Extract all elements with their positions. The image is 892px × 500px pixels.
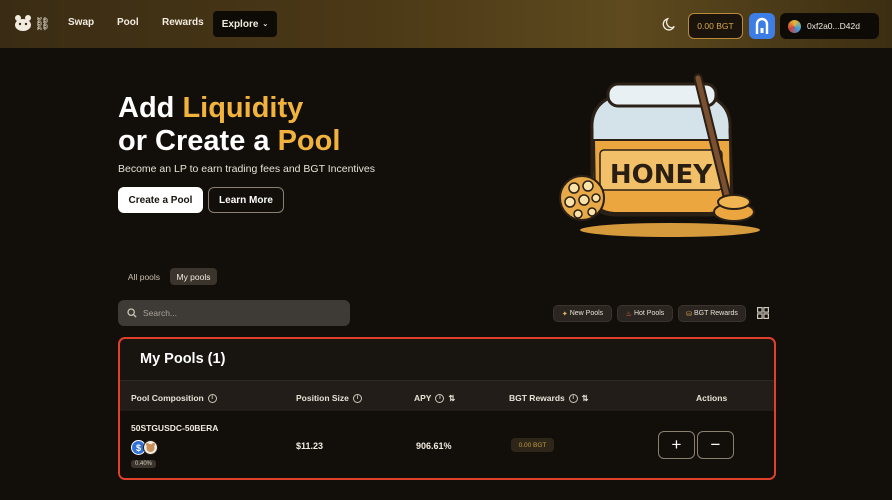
column-actions: Actions: [696, 393, 728, 403]
explore-dropdown[interactable]: Explore ⌄: [213, 11, 277, 37]
position-size-value: $11.23: [296, 441, 324, 451]
nav-pool[interactable]: Pool: [117, 17, 139, 28]
remove-liquidity-button[interactable]: −: [697, 431, 734, 459]
honey-jar-illustration: HONEY: [559, 73, 760, 237]
info-icon[interactable]: i: [568, 393, 578, 403]
sort-icon[interactable]: ⇅: [582, 394, 589, 403]
filter-hot-pools[interactable]: ♨ Hot Pools: [617, 305, 673, 322]
bera-token-icon: [143, 440, 158, 455]
wallet-button[interactable]: 0xf2a0...D42d: [780, 13, 879, 39]
berachain-logo[interactable]: ⛓: [14, 14, 50, 32]
chevron-down-icon: ⌄: [262, 21, 269, 28]
hero-title-text: or Create a: [118, 125, 278, 157]
nav-swap[interactable]: Swap: [68, 17, 94, 28]
column-bgt-rewards[interactable]: BGT Rewards i ⇅: [509, 393, 588, 403]
search-icon: [127, 308, 137, 318]
hero-title: Add Liquidity or Create a Pool: [118, 92, 340, 158]
panel-title: My Pools (1): [140, 351, 226, 367]
nav-rewards[interactable]: Rewards: [162, 17, 204, 28]
my-pools-panel: My Pools (1) Pool Composition i Position …: [118, 337, 776, 480]
sparkle-icon: ✦: [561, 310, 568, 318]
column-label: BGT Rewards: [509, 393, 565, 403]
info-icon[interactable]: i: [207, 393, 217, 403]
pool-name: 50STGUSDC-50BERA: [131, 423, 219, 433]
bgt-balance-button[interactable]: 0.00 BGT: [688, 13, 743, 39]
plus-icon: +: [671, 435, 682, 454]
filter-label: Hot Pools: [633, 310, 665, 317]
search-input[interactable]: Search...: [118, 300, 350, 326]
hero-title-highlight: Liquidity: [182, 92, 304, 124]
bgt-rewards-badge: 0.00 BGT: [511, 438, 554, 452]
filter-bgt-rewards[interactable]: ⛁ BGT Rewards: [678, 305, 746, 322]
search-placeholder: Search...: [143, 308, 178, 318]
hero-title-highlight: Pool: [277, 125, 341, 157]
avatar-icon: [755, 17, 769, 34]
user-avatar-button[interactable]: [749, 13, 775, 39]
svg-text:⛓: ⛓: [34, 16, 50, 32]
info-icon[interactable]: i: [352, 393, 362, 403]
filter-label: New Pools: [569, 310, 604, 317]
column-label: Position Size: [296, 393, 349, 403]
sort-icon[interactable]: ⇅: [448, 394, 455, 403]
filter-label: BGT Rewards: [694, 310, 738, 317]
column-apy[interactable]: APY i ⇅: [414, 393, 455, 403]
theme-toggle-moon-icon[interactable]: [662, 16, 677, 36]
filter-new-pools[interactable]: ✦ New Pools: [553, 305, 612, 322]
wallet-avatar-icon: [788, 19, 801, 33]
info-icon[interactable]: i: [435, 393, 445, 403]
learn-more-button[interactable]: Learn More: [208, 187, 284, 213]
fee-badge: 0.40%: [131, 460, 157, 468]
column-label: Pool Composition: [131, 393, 204, 403]
hero-subtitle: Become an LP to earn trading fees and BG…: [118, 163, 376, 175]
tab-my-pools[interactable]: My pools: [170, 268, 217, 285]
tab-all-pools[interactable]: All pools: [120, 268, 168, 285]
create-pool-button[interactable]: Create a Pool: [118, 187, 203, 213]
column-position-size: Position Size i: [296, 393, 362, 403]
bgt-icon: ⛁: [686, 310, 693, 318]
hero-title-text: Add: [118, 92, 183, 124]
wallet-address: 0xf2a0...D42d: [807, 21, 860, 31]
table-header: Pool Composition i Position Size i APY i ⇅ B…: [120, 380, 774, 411]
top-navbar: ⛓ Swap Pool Rewards Explore ⌄ 0.00 BGT 0…: [0, 0, 892, 48]
jar-label: HONEY: [610, 160, 713, 190]
column-pool-composition: Pool Composition i: [131, 393, 217, 403]
apy-value: 906.61%: [416, 441, 452, 451]
grid-view-icon[interactable]: [757, 306, 770, 324]
explore-label: Explore: [221, 18, 259, 30]
bear-logo-icon: ⛓: [15, 15, 50, 32]
fire-icon: ♨: [625, 310, 632, 318]
table-row[interactable]: 50STGUSDC-50BERA $ 0.40% $11.23 906.61% …: [120, 411, 774, 478]
add-liquidity-button[interactable]: +: [658, 431, 695, 459]
column-label: APY: [414, 393, 432, 403]
minus-icon: −: [710, 435, 721, 454]
